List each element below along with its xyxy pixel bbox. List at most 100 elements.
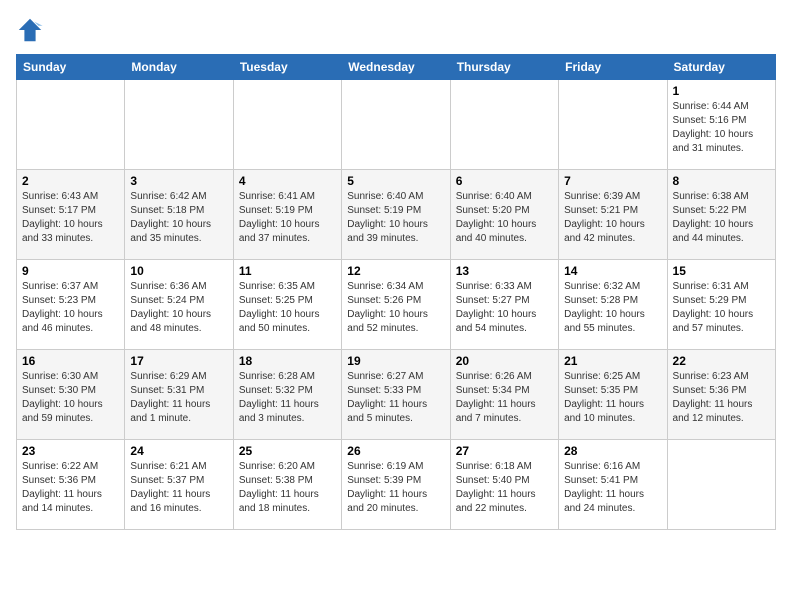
calendar-cell: 4 Sunrise: 6:41 AM Sunset: 5:19 PM Daylig… [233, 170, 341, 260]
calendar-cell: 14 Sunrise: 6:32 AM Sunset: 5:28 PM Dayli… [559, 260, 667, 350]
page-header [16, 16, 776, 44]
calendar-cell: 27 Sunrise: 6:18 AM Sunset: 5:40 PM Dayli… [450, 440, 558, 530]
day-number: 24 [130, 444, 227, 458]
calendar-cell: 5 Sunrise: 6:40 AM Sunset: 5:19 PM Daylig… [342, 170, 450, 260]
day-info: Sunrise: 6:42 AM Sunset: 5:18 PM Dayligh… [130, 190, 227, 246]
day-number: 11 [239, 264, 336, 278]
calendar-week-row: 9 Sunrise: 6:37 AM Sunset: 5:23 PM Daylig… [17, 260, 776, 350]
day-info: Sunrise: 6:32 AM Sunset: 5:28 PM Dayligh… [564, 280, 661, 336]
day-number: 26 [347, 444, 444, 458]
calendar-table: SundayMondayTuesdayWednesdayThursdayFrid… [16, 54, 776, 530]
calendar-cell: 18 Sunrise: 6:28 AM Sunset: 5:32 PM Dayli… [233, 350, 341, 440]
weekday-header: Tuesday [233, 55, 341, 80]
calendar-week-row: 2 Sunrise: 6:43 AM Sunset: 5:17 PM Daylig… [17, 170, 776, 260]
calendar-cell: 16Sunrise: 6:30 AM Sunset: 5:30 PM Dayli… [17, 350, 125, 440]
calendar-cell: 28Sunrise: 6:16 AM Sunset: 5:41 PM Dayli… [559, 440, 667, 530]
calendar-week-row: 1 Sunrise: 6:44 AM Sunset: 5:16 PM Daylig… [17, 80, 776, 170]
day-info: Sunrise: 6:23 AM Sunset: 5:36 PM Dayligh… [673, 370, 770, 426]
day-info: Sunrise: 6:19 AM Sunset: 5:39 PM Dayligh… [347, 460, 444, 516]
calendar-cell: 11 Sunrise: 6:35 AM Sunset: 5:25 PM Dayli… [233, 260, 341, 350]
calendar-week-row: 23 Sunrise: 6:22 AM Sunset: 5:36 PM Dayli… [17, 440, 776, 530]
calendar-cell [667, 440, 775, 530]
day-info: Sunrise: 6:28 AM Sunset: 5:32 PM Dayligh… [239, 370, 336, 426]
day-number: 8 [673, 174, 770, 188]
calendar-cell: 25 Sunrise: 6:20 AM Sunset: 5:38 PM Dayli… [233, 440, 341, 530]
calendar-cell: 2 Sunrise: 6:43 AM Sunset: 5:17 PM Daylig… [17, 170, 125, 260]
weekday-header: Wednesday [342, 55, 450, 80]
calendar-cell: 23 Sunrise: 6:22 AM Sunset: 5:36 PM Dayli… [17, 440, 125, 530]
day-number: 18 [239, 354, 336, 368]
day-number: 7 [564, 174, 661, 188]
day-number: 15 [673, 264, 770, 278]
calendar-cell: 26 Sunrise: 6:19 AM Sunset: 5:39 PM Dayli… [342, 440, 450, 530]
calendar-cell: 8 Sunrise: 6:38 AM Sunset: 5:22 PM Daylig… [667, 170, 775, 260]
day-info: Sunrise: 6:20 AM Sunset: 5:38 PM Dayligh… [239, 460, 336, 516]
day-info: Sunrise: 6:16 AM Sunset: 5:41 PM Dayligh… [564, 460, 661, 516]
calendar-cell: 10 Sunrise: 6:36 AM Sunset: 5:24 PM Dayli… [125, 260, 233, 350]
day-info: Sunrise: 6:44 AM Sunset: 5:16 PM Dayligh… [673, 100, 770, 156]
day-number: 10 [130, 264, 227, 278]
day-number: 25 [239, 444, 336, 458]
day-number: 13 [456, 264, 553, 278]
weekday-header: Saturday [667, 55, 775, 80]
calendar-cell: 1 Sunrise: 6:44 AM Sunset: 5:16 PM Daylig… [667, 80, 775, 170]
logo [16, 16, 48, 44]
day-number: 12 [347, 264, 444, 278]
day-info: Sunrise: 6:41 AM Sunset: 5:19 PM Dayligh… [239, 190, 336, 246]
calendar-cell: 20 Sunrise: 6:26 AM Sunset: 5:34 PM Dayli… [450, 350, 558, 440]
weekday-header: Monday [125, 55, 233, 80]
day-number: 19 [347, 354, 444, 368]
day-info: Sunrise: 6:22 AM Sunset: 5:36 PM Dayligh… [22, 460, 119, 516]
calendar-cell: 19 Sunrise: 6:27 AM Sunset: 5:33 PM Dayli… [342, 350, 450, 440]
weekday-header: Sunday [17, 55, 125, 80]
day-number: 17 [130, 354, 227, 368]
logo-icon [16, 16, 44, 44]
day-number: 20 [456, 354, 553, 368]
day-number: 22 [673, 354, 770, 368]
day-number: 3 [130, 174, 227, 188]
day-info: Sunrise: 6:40 AM Sunset: 5:19 PM Dayligh… [347, 190, 444, 246]
calendar-cell: 13 Sunrise: 6:33 AM Sunset: 5:27 PM Dayli… [450, 260, 558, 350]
day-number: 5 [347, 174, 444, 188]
day-info: Sunrise: 6:40 AM Sunset: 5:20 PM Dayligh… [456, 190, 553, 246]
day-number: 14 [564, 264, 661, 278]
calendar-cell: 7 Sunrise: 6:39 AM Sunset: 5:21 PM Daylig… [559, 170, 667, 260]
calendar-cell: 9 Sunrise: 6:37 AM Sunset: 5:23 PM Daylig… [17, 260, 125, 350]
day-number: 1 [673, 84, 770, 98]
day-info: Sunrise: 6:39 AM Sunset: 5:21 PM Dayligh… [564, 190, 661, 246]
day-info: Sunrise: 6:31 AM Sunset: 5:29 PM Dayligh… [673, 280, 770, 336]
day-info: Sunrise: 6:38 AM Sunset: 5:22 PM Dayligh… [673, 190, 770, 246]
weekday-header: Thursday [450, 55, 558, 80]
day-number: 16 [22, 354, 119, 368]
calendar-week-row: 16Sunrise: 6:30 AM Sunset: 5:30 PM Dayli… [17, 350, 776, 440]
calendar-cell [450, 80, 558, 170]
day-info: Sunrise: 6:27 AM Sunset: 5:33 PM Dayligh… [347, 370, 444, 426]
calendar-cell: 24 Sunrise: 6:21 AM Sunset: 5:37 PM Dayli… [125, 440, 233, 530]
day-number: 23 [22, 444, 119, 458]
day-info: Sunrise: 6:26 AM Sunset: 5:34 PM Dayligh… [456, 370, 553, 426]
calendar-cell [559, 80, 667, 170]
day-number: 6 [456, 174, 553, 188]
day-info: Sunrise: 6:29 AM Sunset: 5:31 PM Dayligh… [130, 370, 227, 426]
calendar-cell: 22 Sunrise: 6:23 AM Sunset: 5:36 PM Dayli… [667, 350, 775, 440]
calendar-cell: 21Sunrise: 6:25 AM Sunset: 5:35 PM Dayli… [559, 350, 667, 440]
day-number: 4 [239, 174, 336, 188]
day-info: Sunrise: 6:35 AM Sunset: 5:25 PM Dayligh… [239, 280, 336, 336]
day-info: Sunrise: 6:43 AM Sunset: 5:17 PM Dayligh… [22, 190, 119, 246]
day-info: Sunrise: 6:21 AM Sunset: 5:37 PM Dayligh… [130, 460, 227, 516]
calendar-cell: 6 Sunrise: 6:40 AM Sunset: 5:20 PM Daylig… [450, 170, 558, 260]
day-info: Sunrise: 6:25 AM Sunset: 5:35 PM Dayligh… [564, 370, 661, 426]
calendar-cell: 17 Sunrise: 6:29 AM Sunset: 5:31 PM Dayli… [125, 350, 233, 440]
calendar-cell: 12Sunrise: 6:34 AM Sunset: 5:26 PM Dayli… [342, 260, 450, 350]
day-info: Sunrise: 6:18 AM Sunset: 5:40 PM Dayligh… [456, 460, 553, 516]
weekday-header: Friday [559, 55, 667, 80]
day-number: 27 [456, 444, 553, 458]
day-number: 9 [22, 264, 119, 278]
day-info: Sunrise: 6:37 AM Sunset: 5:23 PM Dayligh… [22, 280, 119, 336]
calendar-cell [125, 80, 233, 170]
calendar-cell: 15 Sunrise: 6:31 AM Sunset: 5:29 PM Dayli… [667, 260, 775, 350]
calendar-cell: 3 Sunrise: 6:42 AM Sunset: 5:18 PM Daylig… [125, 170, 233, 260]
day-info: Sunrise: 6:36 AM Sunset: 5:24 PM Dayligh… [130, 280, 227, 336]
day-number: 2 [22, 174, 119, 188]
day-info: Sunrise: 6:33 AM Sunset: 5:27 PM Dayligh… [456, 280, 553, 336]
